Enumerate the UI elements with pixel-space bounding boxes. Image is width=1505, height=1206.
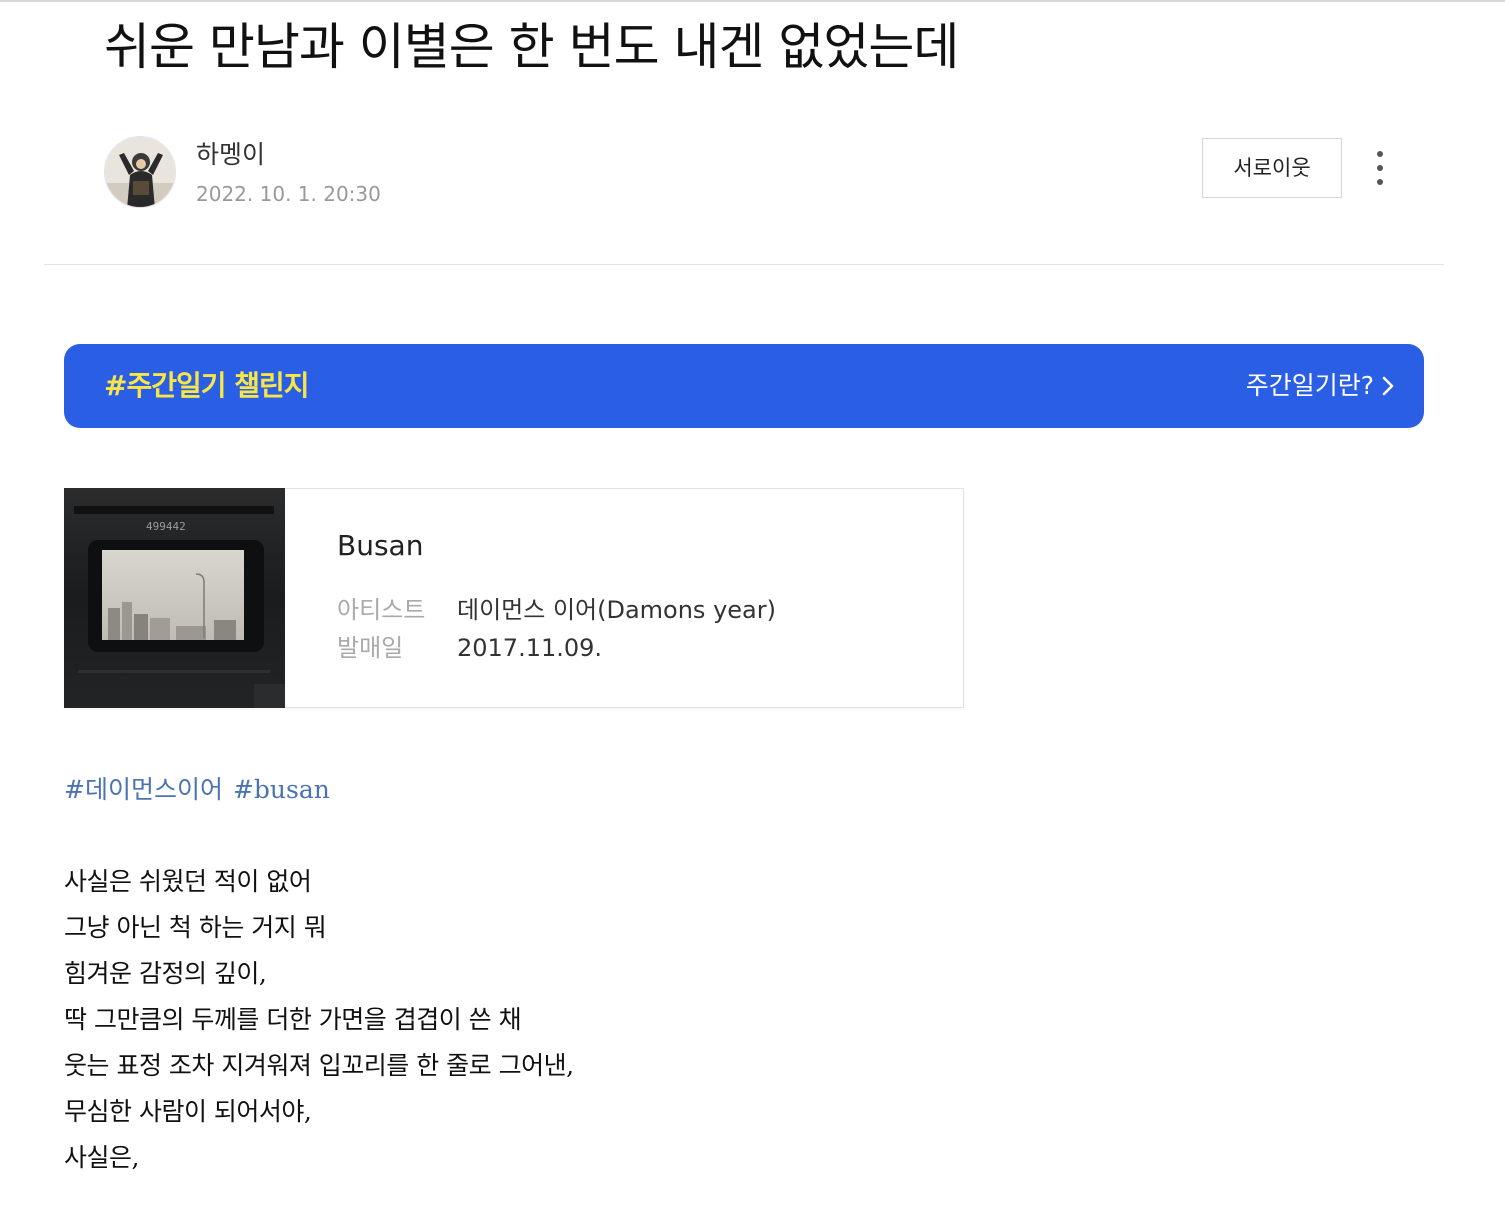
hashtag-link[interactable]: #데이먼스이어 — [64, 775, 223, 804]
dot — [1377, 179, 1383, 185]
album-art-number: 499442 — [146, 520, 186, 533]
post-title: 쉬운 만남과 이별은 한 번도 내겐 없었는데 — [104, 18, 959, 76]
body-line: 사실은, — [64, 1143, 139, 1172]
top-divider — [0, 0, 1505, 2]
body-line: 딱 그만큼의 두께를 더한 가면을 겹겹이 쓴 채 — [64, 1005, 522, 1034]
song-title[interactable]: Busan — [337, 527, 423, 565]
music-card[interactable]: 499442 Busan 아티스트 데이먼스 이어(Damons year) 발매… — [64, 488, 964, 708]
body-line: 그냥 아닌 척 하는 거지 뭐 — [64, 913, 327, 942]
body-line: 무심한 사람이 되어서야, — [64, 1097, 312, 1126]
artist-row: 아티스트 데이먼스 이어(Damons year) — [337, 593, 776, 627]
vertical-ellipsis-icon[interactable] — [1364, 146, 1396, 190]
dot — [1377, 165, 1383, 171]
post-body: 사실은 쉬웠던 적이 없어 그냥 아닌 척 하는 거지 뭐 힘겨운 감정의 깊이… — [64, 862, 574, 1184]
release-label: 발매일 — [337, 634, 404, 662]
avatar[interactable] — [104, 136, 176, 208]
hashtag-link[interactable]: #busan — [233, 775, 330, 804]
chevron-right-icon — [1382, 376, 1394, 396]
release-row: 발매일 2017.11.09. — [337, 631, 602, 665]
header-divider — [44, 264, 1444, 265]
challenge-info-link[interactable]: 주간일기란? — [1246, 366, 1394, 406]
body-line: 웃는 표정 조차 지겨워져 입꼬리를 한 줄로 그어낸, — [64, 1051, 574, 1080]
body-line: 사실은 쉬웠던 적이 없어 — [64, 867, 312, 896]
challenge-title: #주간일기 챌린지 — [104, 369, 310, 402]
artist-name: 데이먼스 이어(Damons year) — [457, 596, 776, 624]
artist-label: 아티스트 — [337, 596, 426, 624]
weekly-diary-challenge-banner[interactable]: #주간일기 챌린지 주간일기란? — [64, 344, 1424, 428]
avatar-image — [105, 137, 175, 207]
dot — [1377, 151, 1383, 157]
challenge-link-label: 주간일기란? — [1245, 371, 1374, 400]
post-date: 2022. 10. 1. 20:30 — [196, 182, 381, 206]
add-neighbor-button[interactable]: 서로이웃 — [1202, 138, 1342, 198]
body-line: 힘겨운 감정의 깊이, — [64, 959, 267, 988]
author-name[interactable]: 하멩이 — [196, 138, 265, 172]
album-art: 499442 — [64, 488, 285, 708]
hashtag-list: #데이먼스이어 #busan — [64, 772, 340, 808]
release-date: 2017.11.09. — [457, 634, 603, 662]
